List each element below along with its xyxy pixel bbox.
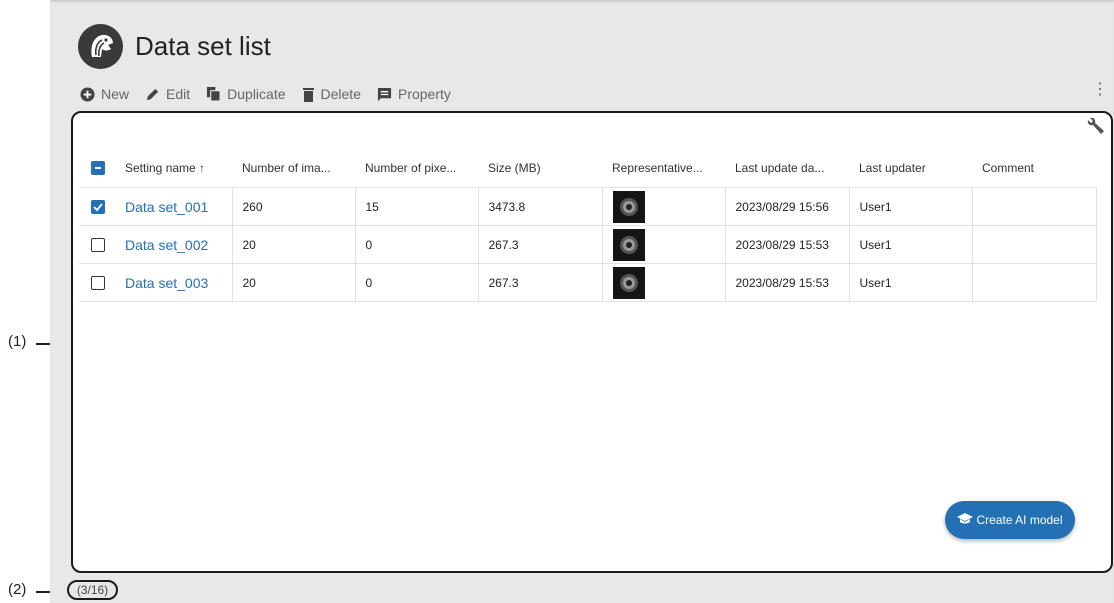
- col-representative[interactable]: Representative...: [602, 149, 725, 188]
- updater-cell: User1: [849, 225, 973, 264]
- duplicate-button-label: Duplicate: [227, 86, 286, 102]
- images-cell: 20: [232, 225, 356, 264]
- edit-button[interactable]: Edit: [145, 86, 190, 102]
- representative-image: [612, 228, 645, 261]
- app-window: Data set list New Edit Duplicate Delete: [50, 0, 1114, 603]
- col-number-of-pixels[interactable]: Number of pixe...: [355, 149, 478, 188]
- row-select-cell: [79, 263, 115, 302]
- dataset-name-link[interactable]: Data set_003: [125, 275, 208, 291]
- callout-2-label: (2): [8, 581, 27, 598]
- updater-cell: User1: [849, 263, 973, 302]
- property-button-label: Property: [397, 86, 451, 102]
- more-options-icon[interactable]: ⋮: [1092, 82, 1108, 98]
- size-cell: 3473.8: [478, 187, 603, 226]
- edit-button-label: Edit: [166, 86, 191, 102]
- comment-cell: [972, 263, 1097, 302]
- comment-cell: [972, 225, 1097, 264]
- new-button[interactable]: New: [80, 86, 129, 102]
- updated-cell: 2023/08/29 15:56: [725, 187, 850, 226]
- representative-image: [612, 266, 645, 299]
- trash-icon: [302, 87, 315, 102]
- updated-cell: 2023/08/29 15:53: [725, 263, 850, 302]
- representative-cell: [602, 225, 726, 264]
- pixels-cell: 0: [355, 225, 479, 264]
- callout-1-label: (1): [8, 333, 27, 350]
- col-number-of-images[interactable]: Number of ima...: [232, 149, 355, 188]
- create-ai-model-label: Create AI model: [976, 513, 1063, 527]
- pixels-cell: 0: [355, 263, 479, 302]
- wrench-icon[interactable]: [1087, 117, 1105, 140]
- item-count-indicator: (3/16): [67, 580, 118, 600]
- images-cell: 20: [232, 263, 356, 302]
- representative-cell: [602, 187, 726, 226]
- copy-icon: [206, 86, 221, 102]
- dataset-table-panel: Setting name ↑ Number of ima... Number o…: [71, 111, 1113, 573]
- col-last-update-date[interactable]: Last update da...: [725, 149, 849, 188]
- pencil-icon: [145, 87, 160, 102]
- col-setting-name[interactable]: Setting name ↑: [115, 149, 232, 188]
- col-comment[interactable]: Comment: [972, 149, 1096, 188]
- dataset-table: Setting name ↑ Number of ima... Number o…: [79, 149, 1097, 302]
- page-header: Data set list: [78, 22, 271, 70]
- comment-box-icon: [377, 87, 392, 102]
- setting-name-cell: Data set_002: [115, 225, 233, 264]
- graduation-cap-icon: [957, 512, 974, 529]
- row-select-cell: [79, 225, 115, 264]
- duplicate-button[interactable]: Duplicate: [206, 86, 286, 102]
- pixels-cell: 15: [355, 187, 479, 226]
- select-all-cell: [79, 149, 115, 188]
- table-row[interactable]: Data set_001 260 15 3473.8 2023/08/29 15…: [79, 187, 1097, 226]
- new-button-label: New: [101, 86, 130, 102]
- property-button[interactable]: Property: [377, 86, 451, 102]
- comment-cell: [972, 187, 1097, 226]
- page-title: Data set list: [135, 30, 271, 61]
- representative-image: [612, 190, 645, 223]
- create-ai-model-button[interactable]: Create AI model: [945, 501, 1075, 539]
- setting-name-cell: Data set_003: [115, 263, 233, 302]
- images-cell: 260: [232, 187, 356, 226]
- representative-cell: [602, 263, 726, 302]
- table-row[interactable]: Data set_003 20 0 267.3 2023/08/29 15:53…: [79, 263, 1097, 302]
- select-all-checkbox[interactable]: [91, 161, 105, 176]
- delete-button[interactable]: Delete: [302, 86, 361, 102]
- row-checkbox[interactable]: [91, 237, 105, 252]
- toolbar: New Edit Duplicate Delete Property: [80, 84, 451, 104]
- col-size[interactable]: Size (MB): [478, 149, 602, 188]
- setting-name-cell: Data set_001: [115, 187, 233, 226]
- plus-circle-icon: [80, 86, 95, 102]
- table-row[interactable]: Data set_002 20 0 267.3 2023/08/29 15:53…: [79, 225, 1097, 264]
- updated-cell: 2023/08/29 15:53: [725, 225, 850, 264]
- eagle-logo-icon: [78, 23, 123, 69]
- dataset-name-link[interactable]: Data set_001: [125, 199, 208, 215]
- size-cell: 267.3: [478, 263, 603, 302]
- row-checkbox[interactable]: [91, 275, 105, 290]
- updater-cell: User1: [849, 187, 973, 226]
- size-cell: 267.3: [478, 225, 603, 264]
- row-select-cell: [79, 187, 115, 226]
- row-checkbox[interactable]: [91, 199, 105, 214]
- col-last-updater[interactable]: Last updater: [849, 149, 972, 188]
- table-header-row: Setting name ↑ Number of ima... Number o…: [79, 149, 1096, 188]
- dataset-name-link[interactable]: Data set_002: [125, 237, 208, 253]
- delete-button-label: Delete: [320, 86, 361, 102]
